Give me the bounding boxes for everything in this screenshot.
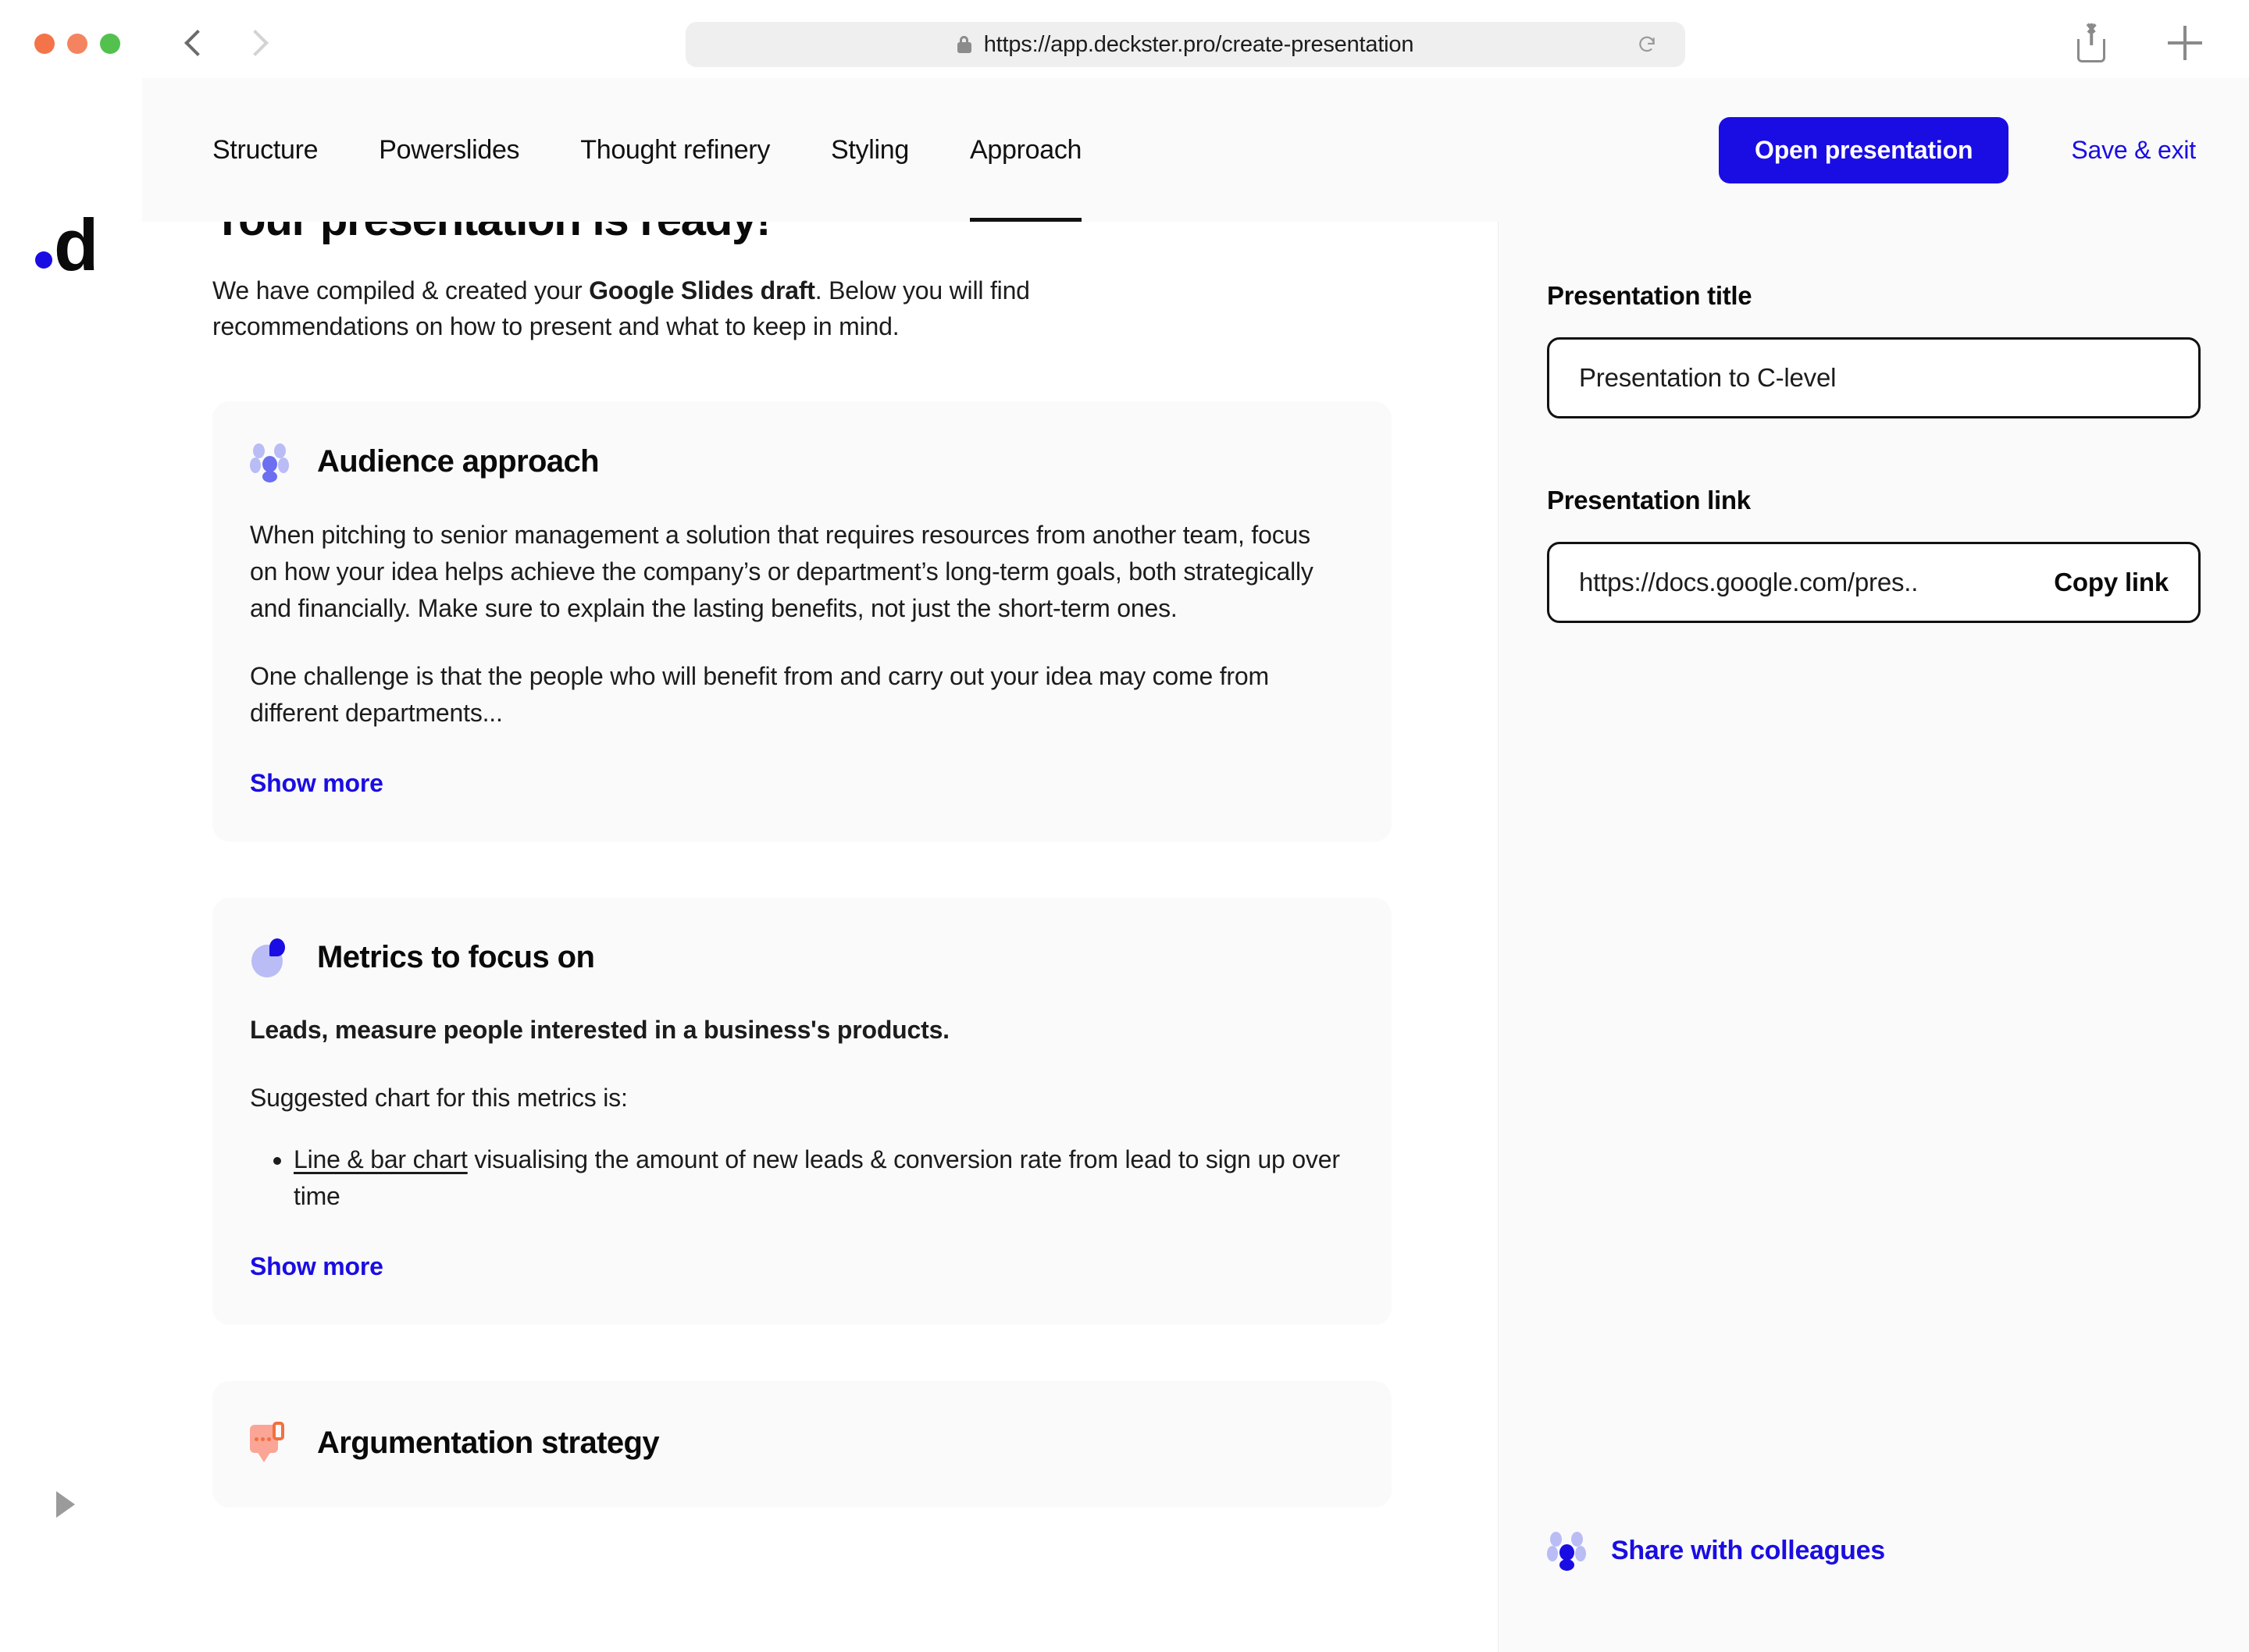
header-actions: Open presentation Save & exit	[1719, 78, 2196, 222]
lock-icon	[957, 36, 971, 53]
show-more-link[interactable]: Show more	[250, 769, 383, 798]
maximize-window-button[interactable]	[100, 34, 120, 54]
card-header: Argumentation strategy	[250, 1422, 1354, 1464]
presentation-title-value: Presentation to C-level	[1579, 363, 1837, 392]
page-subtitle-part1: We have compiled & created your	[212, 276, 590, 304]
tab-thought-refinery[interactable]: Thought refinery	[580, 78, 770, 222]
main-content: Your presentation is ready! We have comp…	[142, 222, 1498, 1652]
presentation-title-label: Presentation title	[1547, 281, 1752, 310]
copy-link-button[interactable]: Copy link	[2054, 568, 2169, 597]
save-and-exit-link[interactable]: Save & exit	[2071, 136, 2196, 165]
presentation-link-value: https://docs.google.com/pres..	[1579, 568, 1919, 596]
card-title: Audience approach	[317, 444, 600, 479]
tab-structure[interactable]: Structure	[212, 78, 319, 222]
card-paragraph: When pitching to senior management a sol…	[250, 520, 1313, 622]
presentation-title-input[interactable]: Presentation to C-level	[1547, 337, 2201, 418]
tab-powerslides[interactable]: Powerslides	[379, 78, 519, 222]
right-sidebar: Presentation title Presentation to C-lev…	[1498, 222, 2249, 1652]
logo-dot-icon	[35, 251, 52, 269]
presentation-title-group: Presentation title Presentation to C-lev…	[1547, 281, 2201, 418]
people-group-icon	[250, 442, 289, 482]
card-header: Metrics to focus on	[250, 938, 1354, 977]
open-presentation-button[interactable]: Open presentation	[1719, 116, 2009, 183]
close-window-button[interactable]	[34, 34, 55, 54]
card-bullet-list: Line & bar chart visualising the amount …	[250, 1141, 1354, 1215]
share-with-colleagues-button[interactable]: Share with colleagues	[1547, 1530, 1885, 1571]
plus-icon[interactable]	[2168, 26, 2202, 60]
card-paragraph: One challenge is that the people who wil…	[250, 661, 1269, 727]
tab-approach[interactable]: Approach	[969, 78, 1082, 222]
card-paragraph: Suggested chart for this metrics is:	[250, 1083, 628, 1112]
page-subtitle-bold: Google Slides draft	[589, 276, 815, 304]
app-shell: d Structure Powerslides Thought refinery…	[0, 78, 2249, 1652]
presentation-link-input[interactable]: https://docs.google.com/pres.. Copy link	[1547, 542, 2201, 623]
list-item: Line & bar chart visualising the amount …	[294, 1141, 1348, 1215]
logo-rail: d	[0, 78, 142, 1574]
speech-bubble-icon	[250, 1422, 289, 1464]
card-title: Argumentation strategy	[317, 1425, 660, 1460]
card-title: Metrics to focus on	[317, 940, 595, 975]
logo-letter: d	[54, 204, 98, 286]
share-with-colleagues-label: Share with colleagues	[1611, 1535, 1885, 1565]
browser-chrome: https://app.deckster.pro/create-presenta…	[0, 0, 2249, 87]
browser-toolbar-right	[2074, 23, 2202, 62]
card-audience-approach: Audience approach When pitching to senio…	[212, 401, 1392, 842]
card-metrics-to-focus-on: Metrics to focus on Leads, measure peopl…	[212, 897, 1392, 1326]
share-icon[interactable]	[2074, 23, 2108, 62]
page-title: Your presentation is ready!	[212, 222, 1498, 246]
main-tabs: Structure Powerslides Thought refinery S…	[212, 78, 1082, 222]
app-logo[interactable]: d	[35, 204, 98, 286]
browser-navigation	[181, 30, 269, 57]
app-header: Structure Powerslides Thought refinery S…	[142, 78, 2249, 222]
card-argumentation-strategy: Argumentation strategy	[212, 1381, 1392, 1508]
pie-chart-icon	[250, 938, 289, 977]
people-group-icon	[1547, 1530, 1586, 1571]
url-text: https://app.deckster.pro/create-presenta…	[983, 31, 1414, 57]
window-traffic-lights	[34, 34, 120, 54]
minimize-window-button[interactable]	[67, 34, 87, 54]
address-bar[interactable]: https://app.deckster.pro/create-presenta…	[686, 22, 1685, 67]
chevron-right-icon[interactable]	[242, 30, 269, 57]
chevron-left-icon[interactable]	[181, 30, 208, 57]
expand-arrow-icon[interactable]	[56, 1491, 75, 1518]
chart-type-link[interactable]: Line & bar chart	[294, 1145, 468, 1173]
card-header: Audience approach	[250, 442, 1354, 482]
tab-styling[interactable]: Styling	[831, 78, 909, 222]
show-more-link[interactable]: Show more	[250, 1252, 383, 1281]
page-subtitle: We have compiled & created your Google S…	[212, 272, 1200, 345]
presentation-link-label: Presentation link	[1547, 486, 1751, 514]
presentation-link-group: Presentation link https://docs.google.co…	[1547, 486, 2201, 623]
reload-icon[interactable]	[1637, 34, 1657, 55]
card-lead-text: Leads, measure people interested in a bu…	[250, 1015, 950, 1044]
